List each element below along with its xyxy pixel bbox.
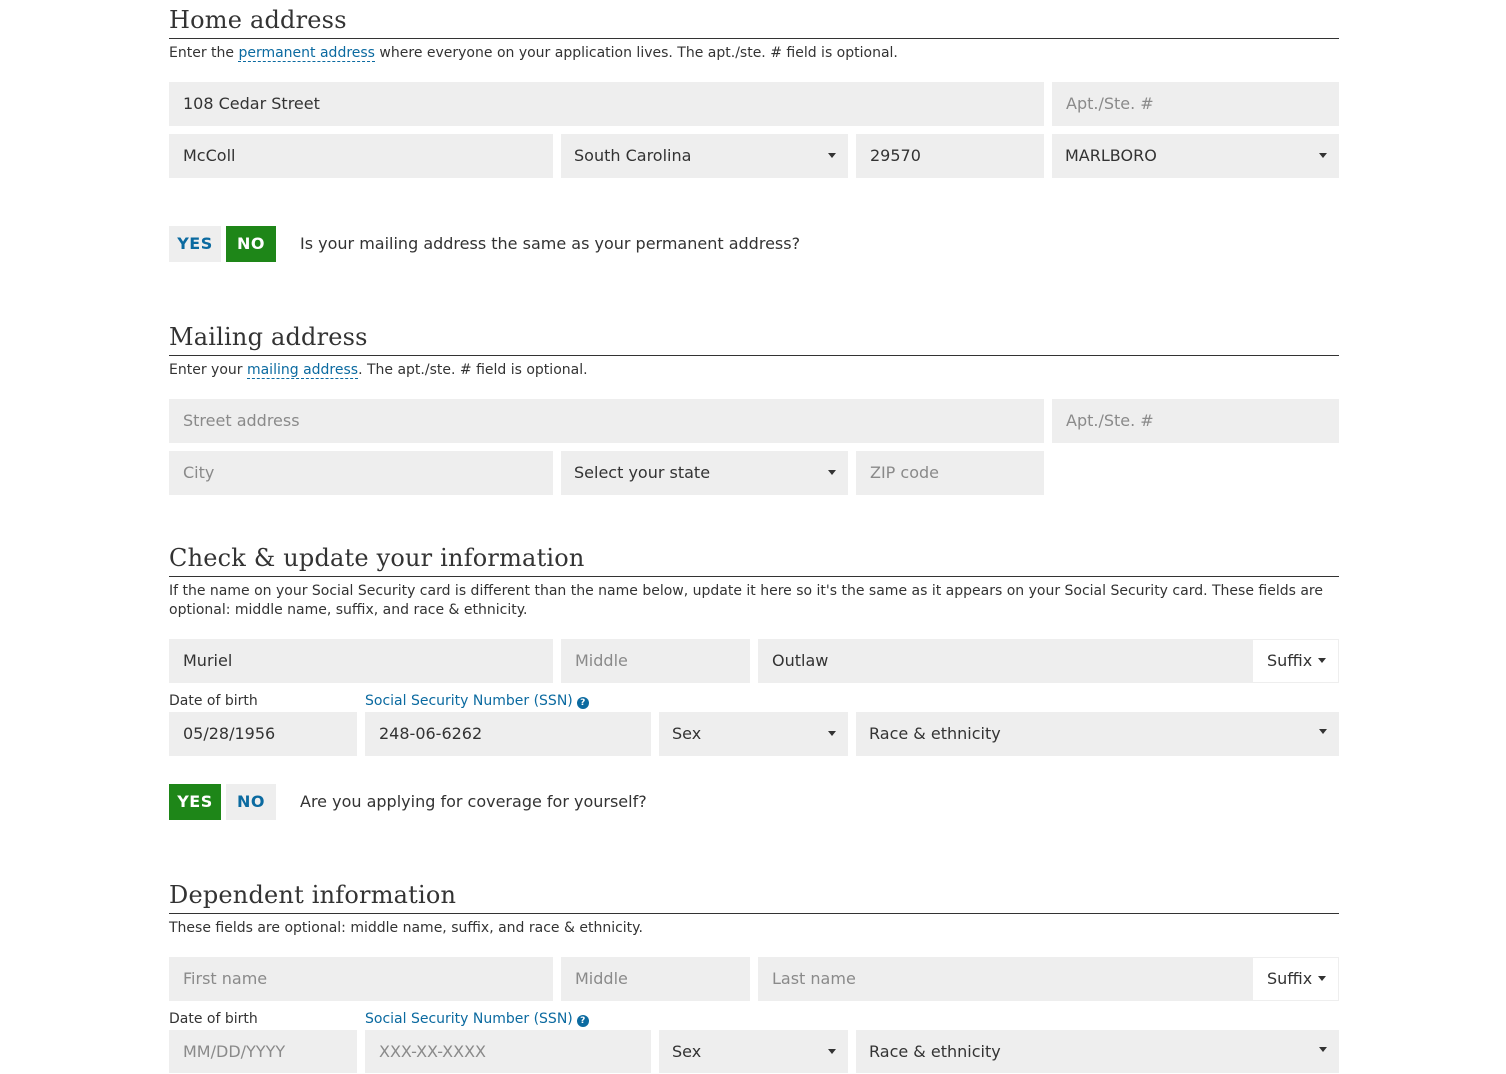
- divider: [169, 38, 1339, 39]
- dependent-race-ethnicity-label: Race & ethnicity: [869, 1042, 1001, 1061]
- mailing-same-yes-button[interactable]: YES: [169, 226, 221, 262]
- help-text: where everyone on your application lives…: [374, 45, 898, 61]
- mailing-zip-input[interactable]: ZIP code: [856, 451, 1044, 495]
- dependent-sex-select[interactable]: Sex: [659, 1030, 848, 1073]
- mailing-same-no-button[interactable]: NO: [226, 226, 276, 262]
- home-state-value: South Carolina: [574, 146, 692, 165]
- race-ethnicity-label: Race & ethnicity: [869, 724, 1001, 743]
- help-text: Enter your: [169, 362, 247, 378]
- dependent-race-ethnicity-select[interactable]: Race & ethnicity: [856, 1030, 1339, 1073]
- dependent-sex-label: Sex: [672, 1042, 702, 1061]
- dob-label: Date of birth: [169, 693, 258, 709]
- dependent-help: These fields are optional: middle name, …: [169, 920, 643, 936]
- divider: [169, 355, 1339, 356]
- last-name-value: Outlaw: [772, 651, 829, 670]
- dependent-ssn-input[interactable]: XXX-XX-XXXX: [365, 1030, 651, 1073]
- middle-name-input[interactable]: Middle: [561, 639, 750, 683]
- ssn-label-text: Social Security Number (SSN): [365, 693, 573, 709]
- dob-input[interactable]: 05/28/1956: [169, 712, 357, 756]
- permanent-address-link[interactable]: permanent address: [238, 45, 375, 62]
- ssn-input[interactable]: 248-06-6262: [365, 712, 651, 756]
- home-street-input[interactable]: 108 Cedar Street: [169, 82, 1044, 126]
- dependent-dob-input[interactable]: MM/DD/YYYY: [169, 1030, 357, 1073]
- divider: [169, 913, 1339, 914]
- home-county-select[interactable]: MARLBORO: [1052, 134, 1339, 178]
- mailing-address-help: Enter your mailing address. The apt./ste…: [169, 361, 588, 380]
- home-county-value: MARLBORO: [1065, 146, 1157, 165]
- coverage-question: Are you applying for coverage for yourse…: [300, 792, 647, 811]
- mailing-address-heading: Mailing address: [169, 323, 368, 351]
- mailing-address-link[interactable]: mailing address: [246, 362, 359, 379]
- dependent-suffix-select[interactable]: Suffix: [1253, 958, 1338, 1000]
- coverage-yes-button[interactable]: YES: [169, 784, 221, 820]
- mailing-street-input[interactable]: Street address: [169, 399, 1044, 443]
- help-circle-icon[interactable]: ?: [576, 1015, 589, 1027]
- dependent-suffix-label: Suffix: [1267, 969, 1313, 988]
- home-state-select[interactable]: South Carolina: [561, 134, 848, 178]
- home-zip-input[interactable]: 29570: [856, 134, 1044, 178]
- ssn-label: Social Security Number (SSN)?: [365, 692, 589, 710]
- dependent-last-name-placeholder: Last name: [772, 969, 856, 988]
- chevron-down-icon: [828, 153, 836, 158]
- sex-select[interactable]: Sex: [659, 712, 848, 756]
- chevron-down-icon: [1318, 658, 1326, 663]
- home-city-input[interactable]: McColl: [169, 134, 553, 178]
- suffix-label: Suffix: [1267, 651, 1313, 670]
- help-circle-icon[interactable]: ?: [576, 697, 589, 709]
- help-text: . The apt./ste. # field is optional.: [358, 362, 588, 378]
- chevron-down-icon: [1319, 1047, 1327, 1052]
- mailing-city-input[interactable]: City: [169, 451, 553, 495]
- dependent-first-name-input[interactable]: First name: [169, 957, 553, 1001]
- chevron-down-icon: [828, 470, 836, 475]
- coverage-no-button[interactable]: NO: [226, 784, 276, 820]
- sex-label: Sex: [672, 724, 702, 743]
- home-apt-input[interactable]: Apt./Ste. #: [1052, 82, 1339, 126]
- mailing-state-select[interactable]: Select your state: [561, 451, 848, 495]
- first-name-input[interactable]: Muriel: [169, 639, 553, 683]
- dependent-ssn-label-text: Social Security Number (SSN): [365, 1011, 573, 1027]
- home-address-heading: Home address: [169, 6, 347, 34]
- home-address-help: Enter the permanent address where everyo…: [169, 44, 898, 63]
- dependent-ssn-label: Social Security Number (SSN)?: [365, 1010, 589, 1028]
- info-help: If the name on your Social Security card…: [169, 583, 1323, 618]
- chevron-down-icon: [1319, 153, 1327, 158]
- mailing-apt-input[interactable]: Apt./Ste. #: [1052, 399, 1339, 443]
- dependent-middle-name-input[interactable]: Middle: [561, 957, 750, 1001]
- mailing-state-value: Select your state: [574, 463, 711, 482]
- chevron-down-icon: [828, 1049, 836, 1054]
- dependent-last-name-input[interactable]: Last name: [758, 957, 1339, 1001]
- mailing-same-question: Is your mailing address the same as your…: [300, 234, 801, 253]
- divider: [169, 576, 1339, 577]
- suffix-select[interactable]: Suffix: [1253, 640, 1338, 682]
- chevron-down-icon: [828, 731, 836, 736]
- race-ethnicity-select[interactable]: Race & ethnicity: [856, 712, 1339, 756]
- chevron-down-icon: [1319, 729, 1327, 734]
- chevron-down-icon: [1318, 976, 1326, 981]
- last-name-input[interactable]: Outlaw: [758, 639, 1339, 683]
- info-heading: Check & update your information: [169, 544, 585, 572]
- help-text: Enter the: [169, 45, 239, 61]
- dependent-heading: Dependent information: [169, 881, 457, 909]
- dependent-dob-label: Date of birth: [169, 1011, 258, 1027]
